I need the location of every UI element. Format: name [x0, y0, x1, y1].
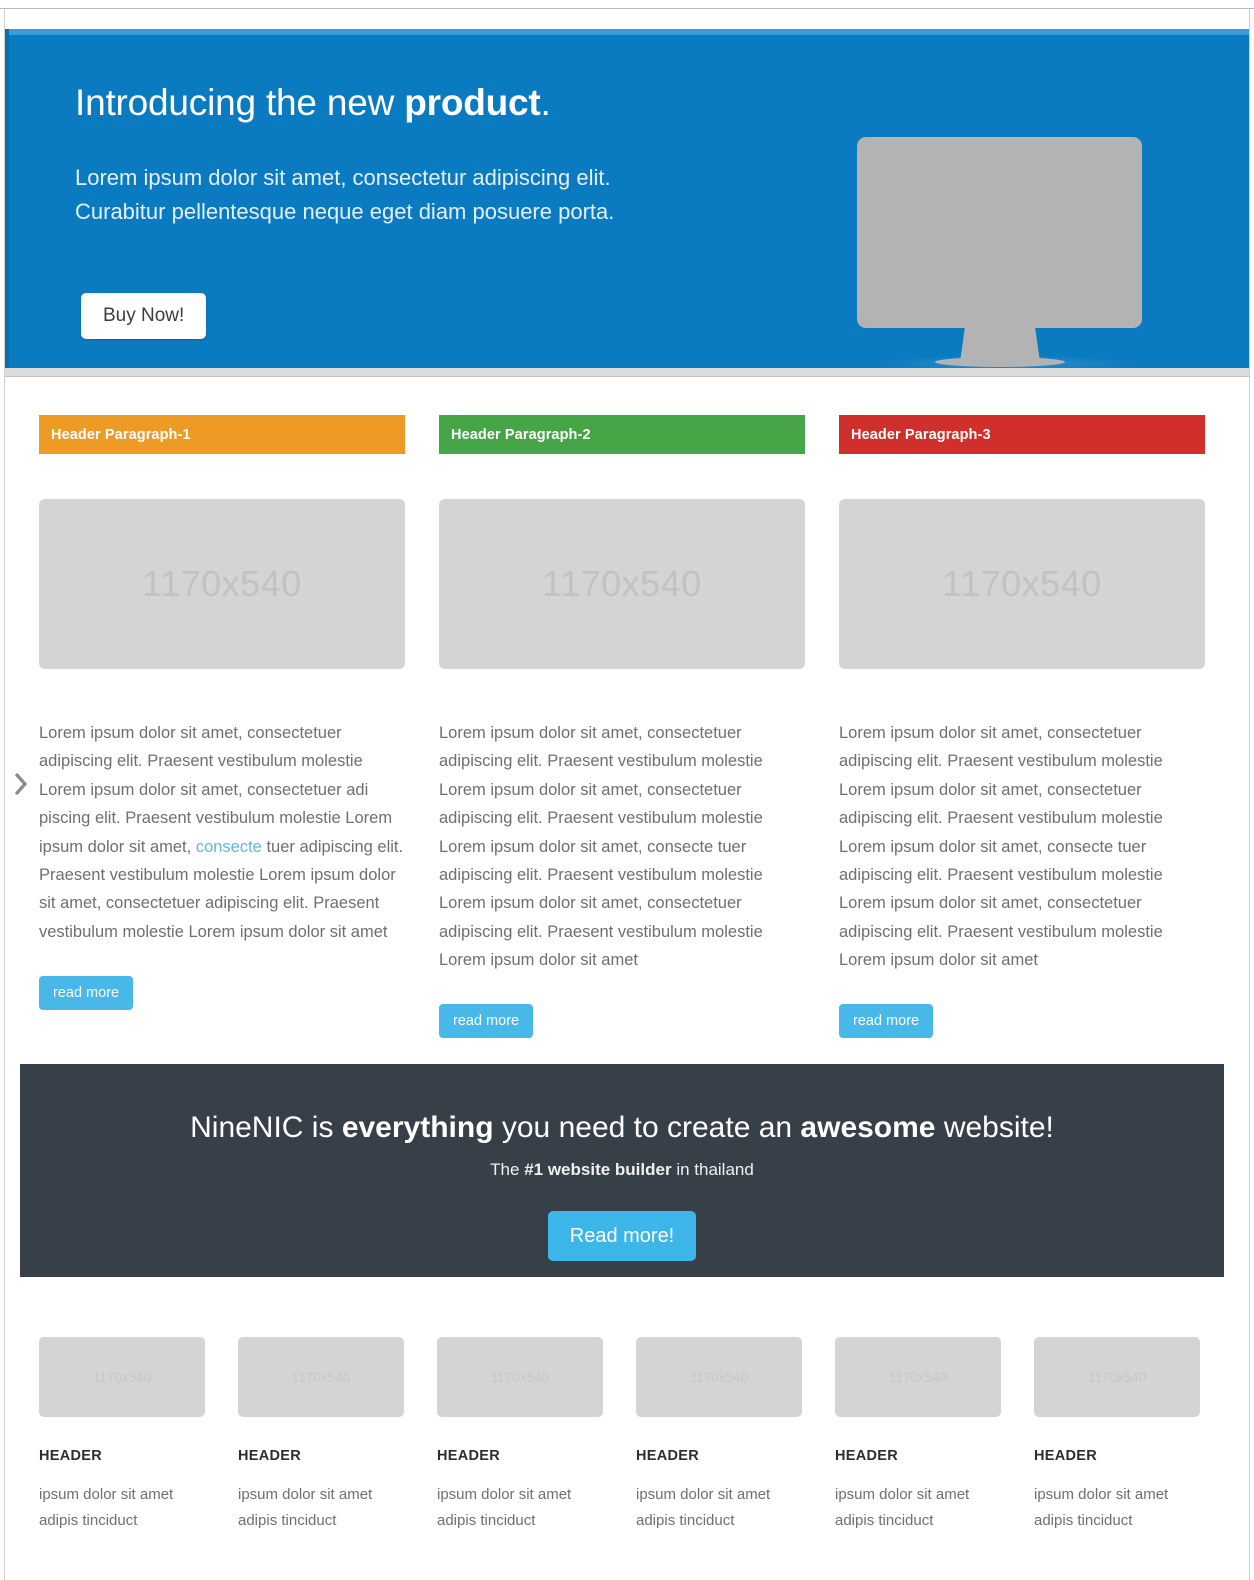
- tile-body-line-1: ipsum dolor sit amet: [1034, 1486, 1169, 1503]
- cta-subtitle: The #1 website builder in thailand: [20, 1160, 1224, 1180]
- tile-header: HEADER: [1034, 1448, 1098, 1464]
- tile-header: HEADER: [437, 1448, 501, 1464]
- tile-header: HEADER: [636, 1448, 700, 1464]
- frame-right-border: [1249, 9, 1250, 1580]
- tile-body-line-2: adipis tinciduct: [835, 1512, 934, 1530]
- tile-body-line-1: ipsum dolor sit amet: [835, 1486, 970, 1503]
- feature-column-2: Header Paragraph-2 1170x540 Lorem ipsum …: [439, 415, 805, 1039]
- hero-title-bold: product: [404, 82, 541, 123]
- feature-body-1-text-a: Lorem ipsum dolor sit amet, consectetuer…: [39, 724, 393, 856]
- tile-header: HEADER: [39, 1448, 103, 1464]
- feature-header-2: Header Paragraph-2: [439, 415, 805, 454]
- tile-item: 1170x540 HEADER ipsum dolor sit amet adi…: [238, 1337, 404, 1535]
- feature-body-3: Lorem ipsum dolor sit amet, consectetuer…: [839, 724, 1163, 969]
- monitor-stand-base: [935, 357, 1065, 367]
- feature-columns: Header Paragraph-1 1170x540 Lorem ipsum …: [39, 415, 1205, 1039]
- tile-body-line-2: adipis tinciduct: [238, 1512, 337, 1530]
- feature-image-placeholder-1: 1170x540: [39, 499, 405, 669]
- hero-text-block: Introducing the new product. Lorem ipsum…: [75, 81, 775, 230]
- tile-body-line-2: adipis tinciduct: [1034, 1512, 1133, 1530]
- cta-title-part-3: website!: [935, 1111, 1054, 1144]
- cta-title: NineNIC is everything you need to create…: [20, 1064, 1224, 1146]
- cta-title-bold-1: everything: [341, 1111, 494, 1144]
- tile-body-line-1: ipsum dolor sit amet: [636, 1486, 771, 1503]
- hero-title-prefix: Introducing the new: [75, 82, 405, 123]
- tile-image-placeholder: 1170x540: [636, 1337, 802, 1417]
- read-more-button-3[interactable]: read more: [839, 1004, 934, 1039]
- hero-title: Introducing the new product.: [75, 81, 775, 125]
- feature-body-1: Lorem ipsum dolor sit amet, consectetuer…: [39, 719, 405, 946]
- tile-item: 1170x540 HEADER ipsum dolor sit amet adi…: [636, 1337, 802, 1535]
- cta-subtitle-part-1: The: [490, 1160, 525, 1179]
- tile-grid: 1170x540 HEADER ipsum dolor sit amet adi…: [39, 1337, 1205, 1535]
- hero-banner: Introducing the new product. Lorem ipsum…: [5, 29, 1249, 368]
- monitor-screen: [857, 137, 1142, 328]
- feature-image-placeholder-3: 1170x540: [839, 499, 1205, 669]
- feature-column-3: Header Paragraph-3 1170x540 Lorem ipsum …: [839, 415, 1205, 1039]
- tile-body: ipsum dolor sit amet adipis tinciduct: [238, 1482, 404, 1535]
- tile-item: 1170x540 HEADER ipsum dolor sit amet adi…: [835, 1337, 1001, 1535]
- tile-body-line-1: ipsum dolor sit amet: [39, 1486, 174, 1503]
- tile-item: 1170x540 HEADER ipsum dolor sit amet adi…: [437, 1337, 603, 1535]
- tile-header: HEADER: [238, 1448, 302, 1464]
- window-top-divider: [0, 8, 1254, 9]
- tile-image-placeholder: 1170x540: [437, 1337, 603, 1417]
- tile-item: 1170x540 HEADER ipsum dolor sit amet adi…: [39, 1337, 205, 1535]
- cta-subtitle-bold: #1 website builder: [524, 1160, 672, 1179]
- read-more-button-2[interactable]: read more: [439, 1004, 534, 1039]
- cta-title-bold-2: awesome: [800, 1111, 936, 1144]
- tile-item: 1170x540 HEADER ipsum dolor sit amet adi…: [1034, 1337, 1200, 1535]
- chevron-right-icon[interactable]: [9, 762, 33, 806]
- tile-body-line-2: adipis tinciduct: [437, 1512, 536, 1530]
- cta-title-part-1: NineNIC is: [190, 1111, 342, 1144]
- feature-column-1: Header Paragraph-1 1170x540 Lorem ipsum …: [39, 415, 405, 1038]
- hero-subtitle: Lorem ipsum dolor sit amet, consectetur …: [75, 161, 775, 229]
- tile-body: ipsum dolor sit amet adipis tinciduct: [39, 1482, 205, 1535]
- page-root: Introducing the new product. Lorem ipsum…: [0, 0, 1254, 1580]
- tile-body-line-2: adipis tinciduct: [39, 1512, 138, 1530]
- feature-header-1: Header Paragraph-1: [39, 415, 405, 454]
- buy-now-button[interactable]: Buy Now!: [81, 293, 207, 339]
- feature-inline-link-1[interactable]: consecte: [196, 838, 262, 856]
- tile-body-line-1: ipsum dolor sit amet: [437, 1486, 572, 1503]
- hero-subtitle-line-1: Lorem ipsum dolor sit amet, consectetur …: [75, 165, 611, 191]
- cta-banner: NineNIC is everything you need to create…: [20, 1064, 1224, 1277]
- tile-image-placeholder: 1170x540: [39, 1337, 205, 1417]
- tile-body: ipsum dolor sit amet adipis tinciduct: [437, 1482, 603, 1535]
- hero-bottom-band: [5, 368, 1249, 377]
- tile-body: ipsum dolor sit amet adipis tinciduct: [636, 1482, 802, 1535]
- hero-subtitle-line-2: Curabitur pellentesque neque eget diam p…: [75, 199, 615, 225]
- feature-header-3: Header Paragraph-3: [839, 415, 1205, 454]
- tile-image-placeholder: 1170x540: [1034, 1337, 1200, 1417]
- tile-body: ipsum dolor sit amet adipis tinciduct: [1034, 1482, 1200, 1535]
- cta-subtitle-part-2: in thailand: [671, 1160, 754, 1179]
- chevron-right-glyph: [14, 773, 27, 795]
- tile-image-placeholder: 1170x540: [835, 1337, 1001, 1417]
- tile-image-placeholder: 1170x540: [238, 1337, 404, 1417]
- tile-header: HEADER: [835, 1448, 899, 1464]
- cta-read-more-button[interactable]: Read more!: [547, 1211, 697, 1261]
- tile-body-line-1: ipsum dolor sit amet: [238, 1486, 373, 1503]
- feature-image-placeholder-2: 1170x540: [439, 499, 805, 669]
- cta-title-part-2: you need to create an: [493, 1111, 801, 1144]
- tile-body-line-2: adipis tinciduct: [636, 1512, 735, 1530]
- hero-title-suffix: .: [540, 82, 551, 123]
- monitor-illustration: [857, 77, 1157, 368]
- read-more-button-1[interactable]: read more: [39, 976, 134, 1010]
- feature-body-2: Lorem ipsum dolor sit amet, consectetuer…: [439, 724, 763, 969]
- hero-content: Introducing the new product. Lorem ipsum…: [5, 29, 1249, 368]
- tile-body: ipsum dolor sit amet adipis tinciduct: [835, 1482, 1001, 1535]
